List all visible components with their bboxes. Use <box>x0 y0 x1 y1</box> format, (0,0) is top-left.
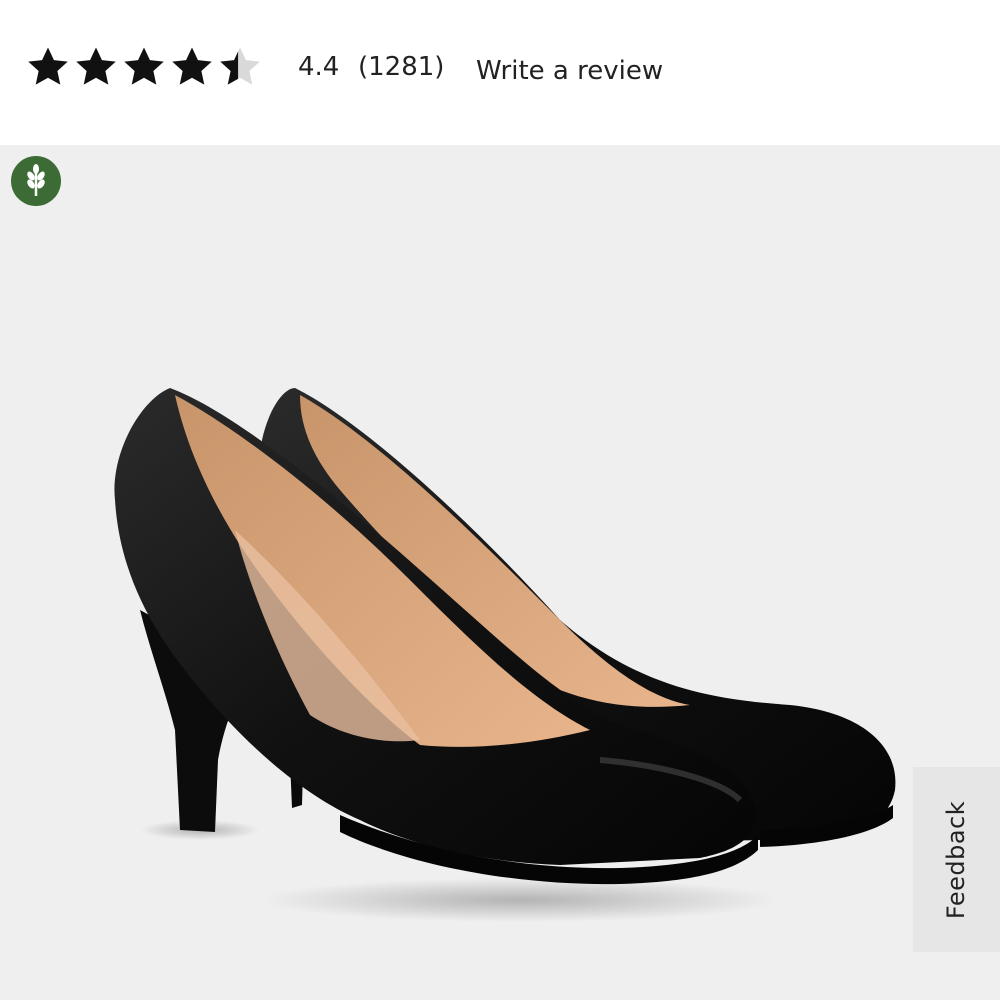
product-image[interactable] <box>0 145 1000 1000</box>
shoe-pair-illustration <box>114 388 896 922</box>
star-icon <box>172 47 212 85</box>
review-count[interactable]: (1281) <box>358 52 444 82</box>
rating-bar: 4.4 (1281) Write a review <box>0 0 1000 145</box>
feedback-tab[interactable]: Feedback <box>913 767 1000 952</box>
wheat-icon <box>11 156 61 206</box>
star-rating <box>25 44 263 90</box>
partial-star-icon <box>220 47 260 85</box>
write-review-link[interactable]: Write a review <box>476 56 663 86</box>
star-icon <box>76 47 116 85</box>
star-icon <box>28 47 68 85</box>
rating-value: 4.4 <box>298 52 340 82</box>
star-icon <box>124 47 164 85</box>
feedback-label: Feedback <box>942 800 971 919</box>
